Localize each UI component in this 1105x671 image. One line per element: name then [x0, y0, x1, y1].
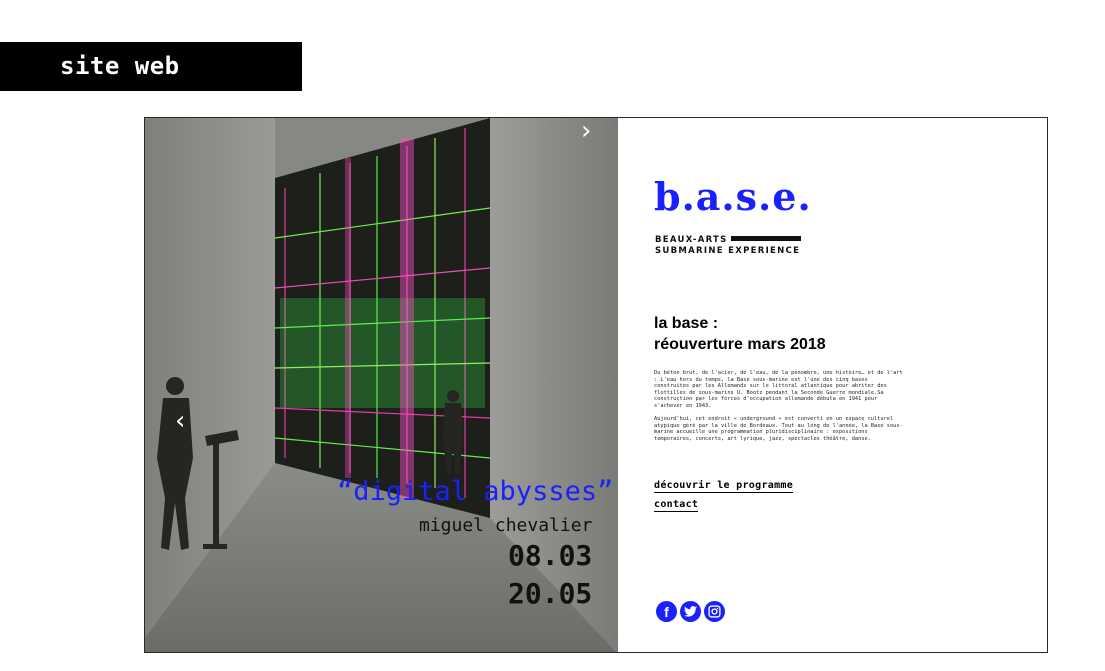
tagline-bar	[730, 236, 801, 241]
social-links: f	[656, 601, 725, 622]
facebook-icon[interactable]: f	[656, 601, 677, 622]
twitter-bird-icon	[684, 606, 697, 617]
exhibition-end-date: 20.05	[508, 577, 593, 610]
hero-image	[145, 118, 618, 652]
tagline-line-1: BEAUX-ARTS	[655, 235, 728, 245]
instagram-icon[interactable]	[704, 601, 725, 622]
slider-next-button[interactable]: ›	[581, 118, 618, 652]
tagline-line-2: SUBMARINE EXPERIENCE	[655, 246, 801, 256]
intro-paragraph-1: Du béton brut, de l'acier, de l'eau, de …	[654, 370, 903, 409]
contact-link[interactable]: contact	[654, 499, 699, 512]
heading-line-1: la base :	[654, 315, 719, 332]
intro-paragraph-2: Aujourd'hui, cet endroit « underground »…	[654, 416, 903, 442]
content-panel: b.a.s.e. BEAUX-ARTS SUBMARINE EXPERIENCE…	[618, 118, 1047, 652]
exhibition-start-date: 08.03	[508, 539, 593, 572]
website-mockup: ‹ › “digital abysses” miguel chevalier 0…	[144, 117, 1048, 653]
programme-link[interactable]: découvrir le programme	[654, 480, 794, 493]
site-web-label: site web	[0, 42, 302, 91]
hero-slider: ‹ › “digital abysses” miguel chevalier 0…	[145, 118, 618, 652]
brand-tagline: BEAUX-ARTS SUBMARINE EXPERIENCE	[655, 235, 801, 257]
instagram-camera-icon	[708, 605, 721, 618]
exhibition-artist: miguel chevalier	[419, 515, 593, 536]
exhibition-title: “digital abysses”	[337, 476, 614, 507]
facebook-glyph: f	[664, 603, 669, 620]
chevron-right-icon: ›	[581, 118, 592, 146]
chevron-left-icon: ‹	[175, 406, 186, 436]
twitter-icon[interactable]	[680, 601, 701, 622]
page-heading: la base : réouverture mars 2018	[654, 313, 954, 355]
slider-prev-button[interactable]: ‹	[175, 408, 185, 434]
heading-line-2: réouverture mars 2018	[654, 336, 826, 353]
brand-logo[interactable]: b.a.s.e.	[654, 174, 812, 219]
